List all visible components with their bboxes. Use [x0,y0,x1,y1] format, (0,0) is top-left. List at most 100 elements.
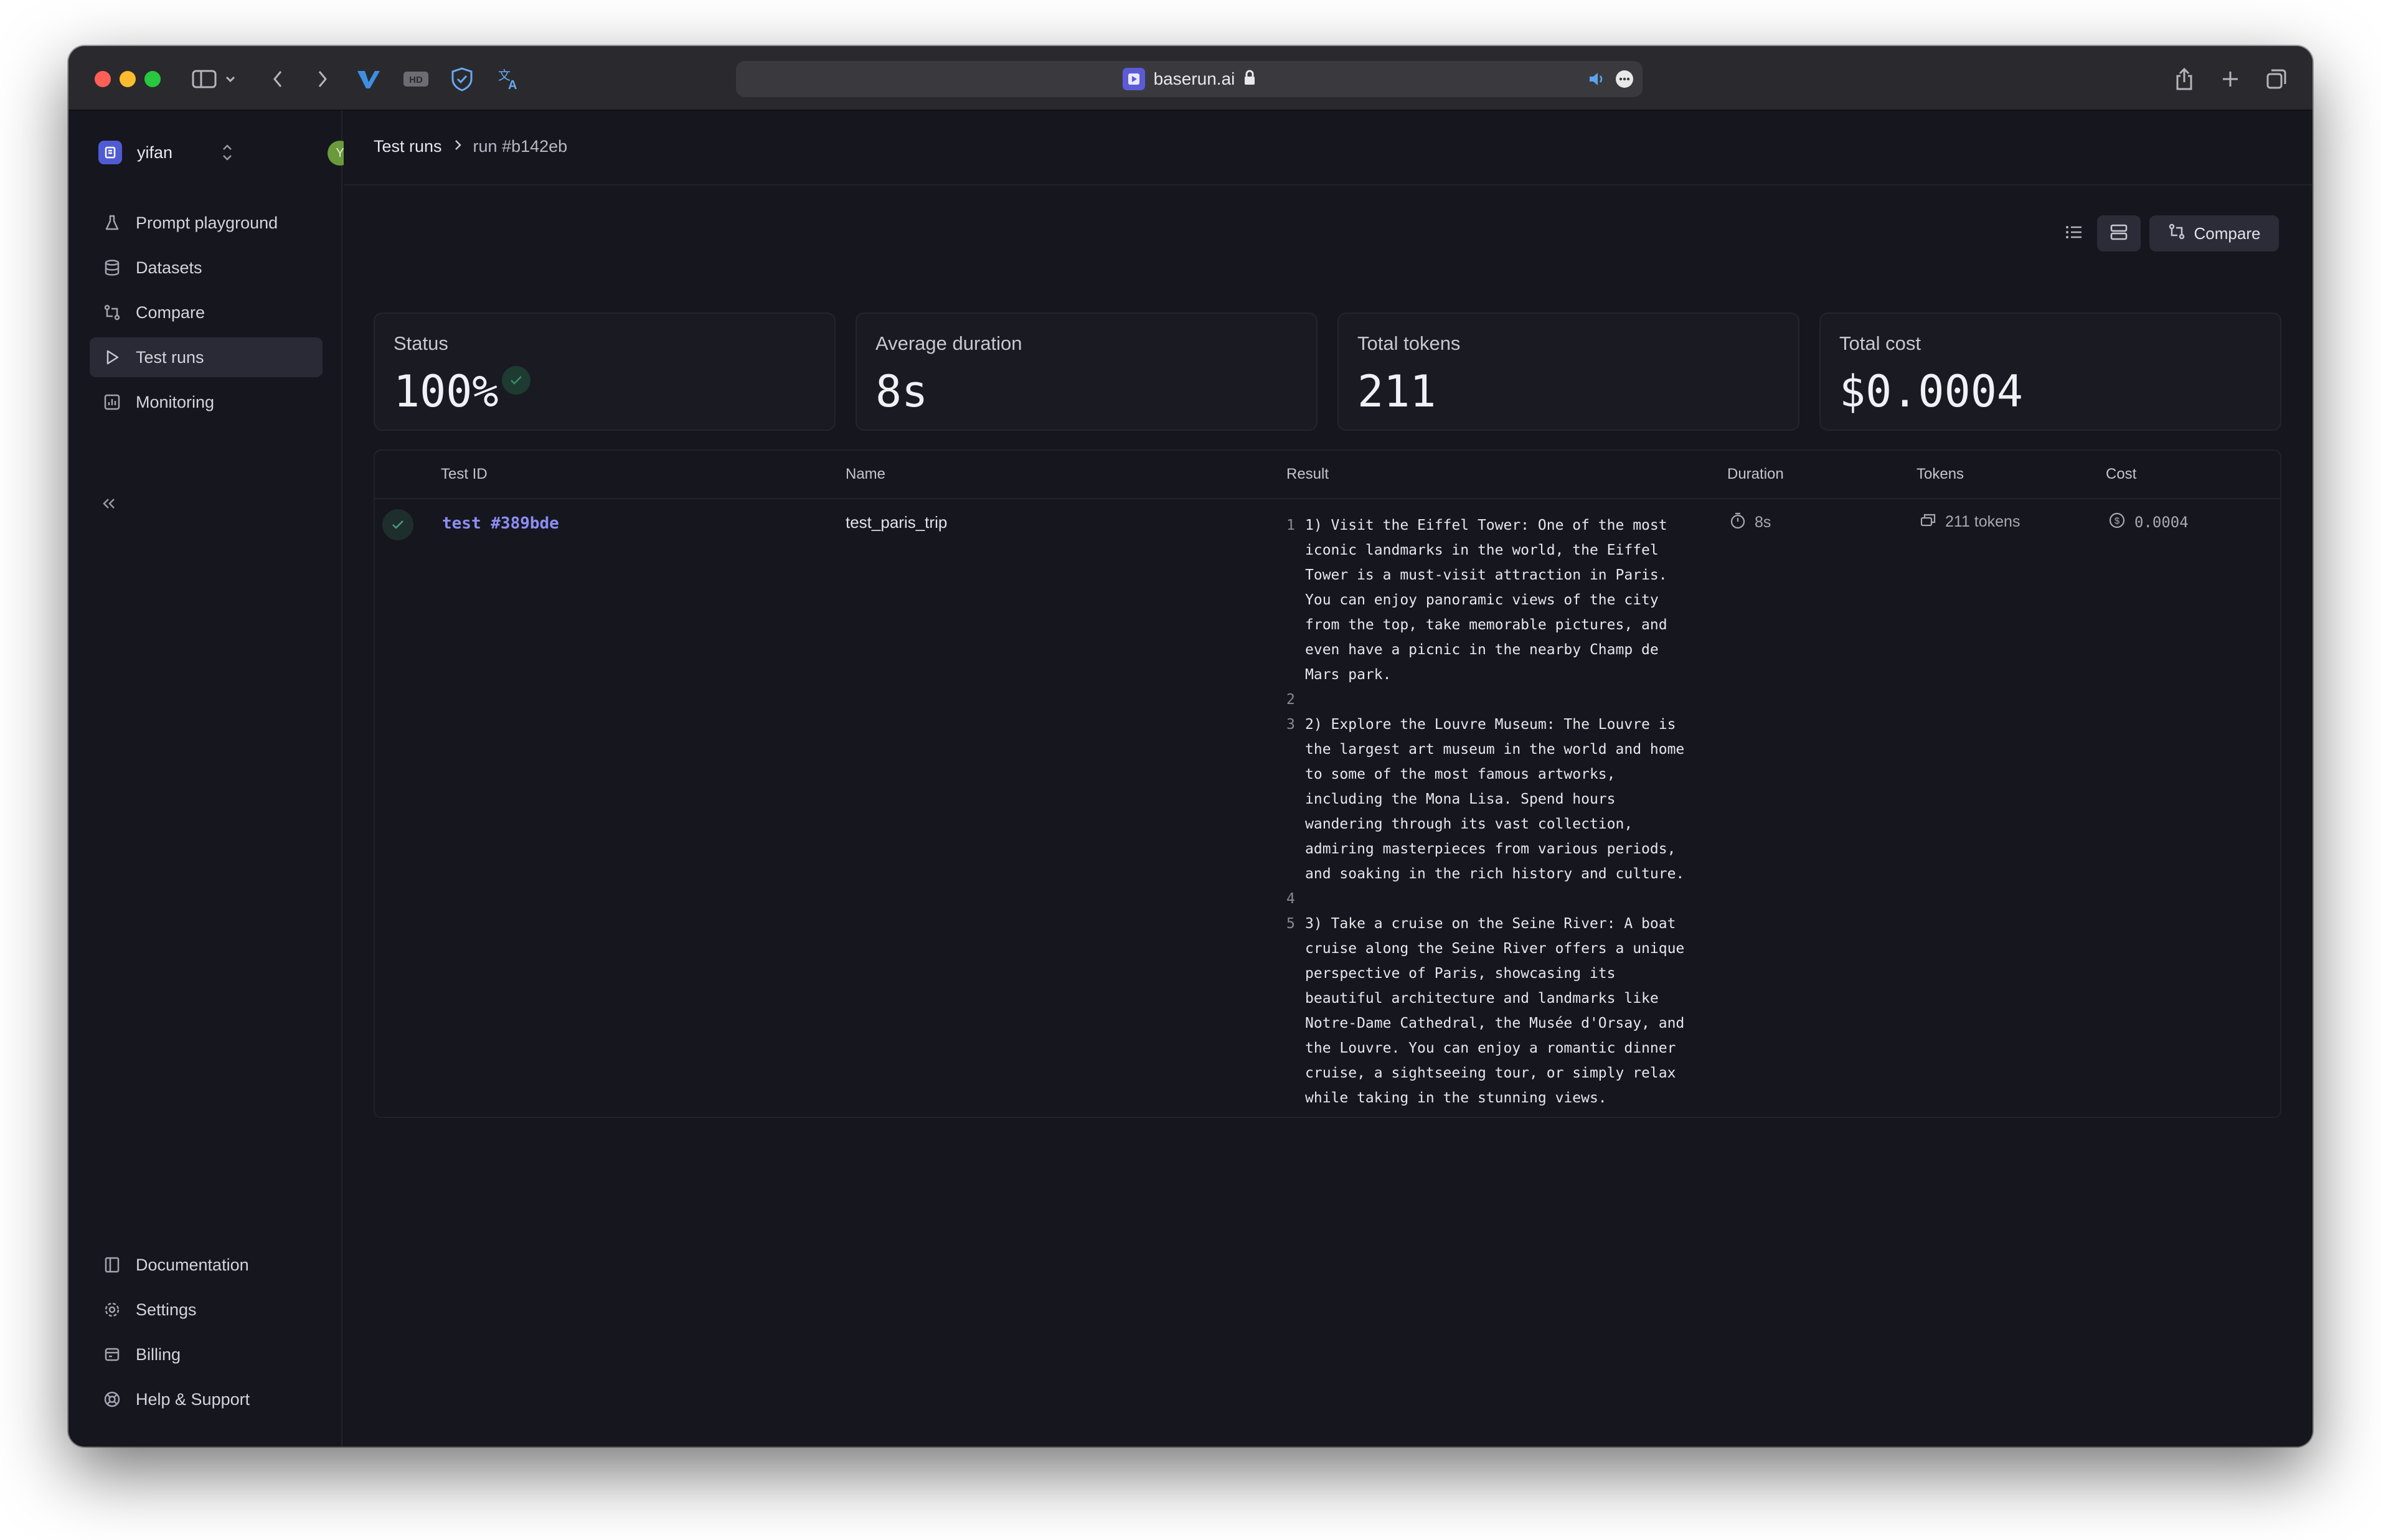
stat-value: $0.0004 [1839,366,2024,417]
book-icon [102,1255,122,1275]
stat-card-status: Status 100% [374,312,836,431]
collapse-sidebar-button[interactable] [101,497,117,514]
column-header-cost: Cost [2106,466,2137,482]
chevron-down-icon[interactable] [223,63,238,95]
new-tab-icon[interactable] [2218,63,2243,95]
breadcrumb-current: run #b142eb [473,137,568,156]
lock-icon [1243,70,1256,89]
lifebuoy-icon [102,1389,122,1409]
stat-value: 211 [1357,366,1436,417]
sidebar-item-monitoring[interactable]: Monitoring [90,382,323,422]
sidebar-item-label: Compare [136,303,205,322]
sidebar-item-help-support[interactable]: Help & Support [90,1379,323,1419]
workspace-switcher[interactable]: yifan Y [98,137,352,168]
stat-label: Total tokens [1357,332,1461,354]
stat-card-average-duration: Average duration 8s [856,312,1318,431]
main-content: Test runs run #b142eb Compare Status 100… [344,111,2313,1447]
share-icon[interactable] [2172,63,2197,95]
double-chevron-left-icon [101,499,117,513]
translate-icon[interactable]: 文A [496,63,523,95]
column-header-tokens: Tokens [1917,466,1964,482]
result-line: 4 [1286,886,1697,911]
test-name: test_paris_trip [846,513,948,532]
line-number: 3 [1286,716,1295,733]
sidebar: yifan Y Prompt playground Datasets Compa… [68,111,352,1447]
address-bar[interactable]: baserun.ai [736,61,1643,97]
flask-icon [102,213,122,233]
row-view-button[interactable] [2097,215,2141,251]
sidebar-toggle-icon[interactable] [189,63,219,95]
line-text: 3) Take a cruise on the Seine River: A b… [1305,916,1694,1106]
sidebar-item-datasets[interactable]: Datasets [90,248,323,288]
hd-extension-icon[interactable]: HD [402,63,430,95]
site-favicon-icon [1122,68,1145,90]
result-line: 5 3) Take a cruise on the Seine River: A… [1286,911,1697,1110]
cost-cell: $ 0.0004 [2108,512,2189,533]
extension-v-icon[interactable] [355,63,382,95]
stat-label: Total cost [1839,332,1921,354]
speaker-icon[interactable] [1588,71,1606,90]
play-icon [102,347,122,367]
gear-icon [102,1300,122,1320]
forward-icon[interactable] [310,63,335,95]
sidebar-item-compare[interactable]: Compare [90,293,323,332]
check-icon [382,509,413,540]
line-text [1305,886,1697,911]
line-number: 1 [1286,517,1295,533]
sidebar-item-label: Settings [136,1300,197,1319]
sidebar-item-settings[interactable]: Settings [90,1290,323,1330]
column-header-test-id: Test ID [441,466,488,482]
cost-value: 0.0004 [2134,514,2189,531]
chart-icon [102,392,122,412]
duration-value: 8s [1755,514,1771,531]
test-id-link[interactable]: test #389bde [442,514,559,533]
sidebar-item-label: Help & Support [136,1389,250,1409]
dollar-circle-icon: $ [2108,512,2126,533]
compare-button[interactable]: Compare [2149,215,2279,251]
billing-icon [102,1345,122,1364]
sidebar-item-label: Billing [136,1345,181,1364]
check-icon [502,366,530,395]
browser-window: HD 文A baserun.ai yifan Y Prompt playgrou… [68,46,2313,1447]
sidebar-item-label: Test runs [136,347,204,367]
list-view-button[interactable] [2052,215,2096,251]
sidebar-item-label: Datasets [136,258,202,277]
back-icon[interactable] [265,63,290,95]
column-header-name: Name [846,466,886,482]
svg-text:$: $ [2115,516,2120,527]
chevron-right-icon [453,137,462,156]
stat-card-total-tokens: Total tokens 211 [1337,312,1799,431]
page-header: Test runs run #b142eb [344,111,2313,185]
sidebar-item-label: Prompt playground [136,213,278,232]
table-header: Test ID Name Result Duration Tokens Cost [375,451,2280,499]
breadcrumb: Test runs run #b142eb [374,137,567,156]
result-line: 1 1) Visit the Eiffel Tower: One of the … [1286,513,1697,687]
sidebar-item-label: Monitoring [136,392,215,411]
workspace-logo-icon [98,141,122,164]
line-text: 1) Visit the Eiffel Tower: One of the mo… [1305,517,1676,683]
minimize-window-button[interactable] [120,71,136,87]
result-line: 2 [1286,687,1697,712]
tab-overview-icon[interactable] [2264,63,2289,95]
zoom-window-button[interactable] [144,71,161,87]
sidebar-item-documentation[interactable]: Documentation [90,1245,323,1285]
result-text: 1 1) Visit the Eiffel Tower: One of the … [1286,513,1697,1110]
sidebar-item-test-runs[interactable]: Test runs [90,337,323,377]
breadcrumb-test-runs-link[interactable]: Test runs [374,137,442,156]
close-window-button[interactable] [95,71,111,87]
stat-card-total-cost: Total cost $0.0004 [1819,312,2281,431]
line-number: 2 [1286,692,1295,708]
compare-button-label: Compare [2194,223,2261,243]
list-icon [2065,224,2083,243]
more-options-icon[interactable] [1615,70,1634,92]
coins-icon [1919,512,1936,532]
shield-icon[interactable] [448,63,476,95]
git-compare-icon [2168,223,2185,245]
sidebar-item-prompt-playground[interactable]: Prompt playground [90,203,323,243]
git-compare-icon [102,303,122,322]
stat-value: 8s [875,366,928,417]
sidebar-item-billing[interactable]: Billing [90,1335,323,1374]
chevron-up-down-icon[interactable] [220,142,234,166]
database-icon [102,258,122,278]
column-header-result: Result [1286,466,1329,482]
